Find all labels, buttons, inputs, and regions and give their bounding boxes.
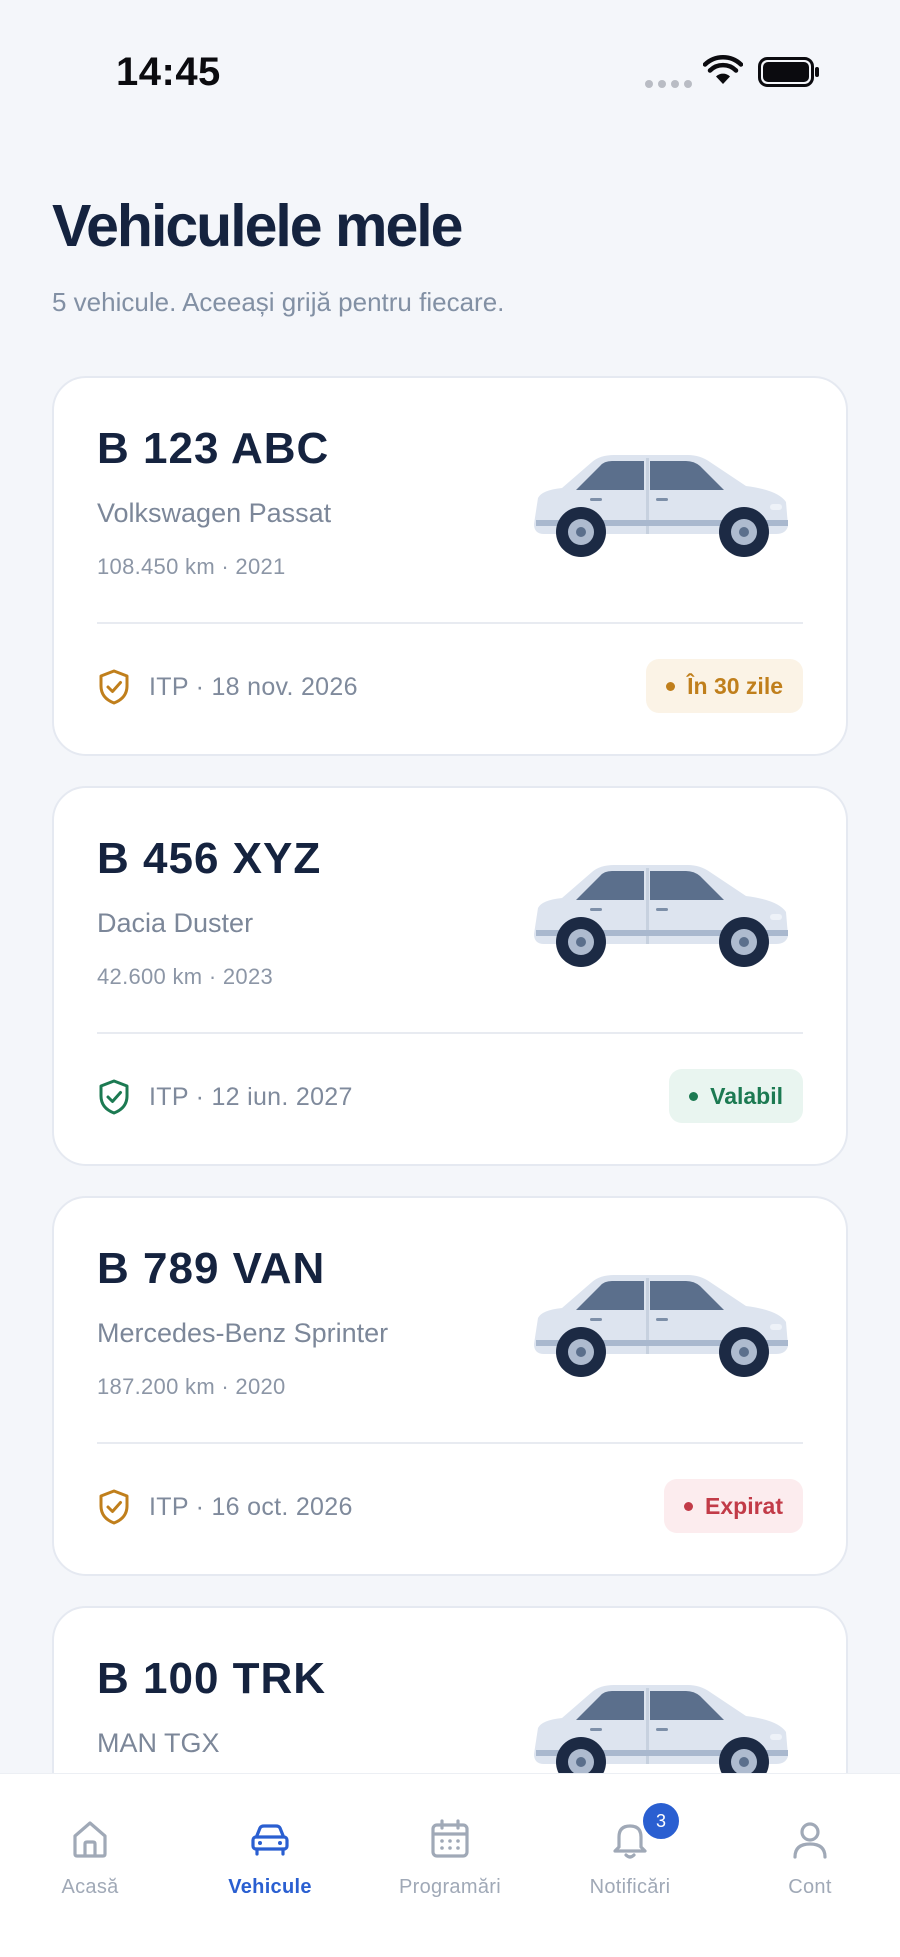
card-divider — [97, 1032, 803, 1034]
itp-row: ITP · 12 iun. 2027 — [97, 1078, 353, 1116]
vehicle-card[interactable]: B 123 ABC Volkswagen Passat 108.450 km ·… — [52, 376, 848, 756]
user-icon — [787, 1816, 833, 1862]
tab-label: Notificări — [589, 1876, 671, 1898]
car-illustration — [528, 448, 792, 566]
status-time: 14:45 — [116, 50, 221, 94]
status-label: În 30 zile — [687, 672, 783, 699]
vehicle-plate: B 456 XYZ — [97, 834, 322, 883]
tab-bar: Acasă Vehicule Programări Notificări 3 Co… — [0, 1773, 900, 1957]
tab-car[interactable]: Vehicule — [180, 1774, 360, 1957]
notification-count-badge: 3 — [640, 1800, 682, 1842]
page-title: Vehiculele mele — [52, 193, 463, 259]
vehicle-meta: 187.200 km · 2020 — [97, 1374, 286, 1399]
card-divider — [97, 1442, 803, 1444]
page-subtitle: 5 vehicule. Aceeași grijă pentru fiecare… — [52, 287, 505, 317]
calendar-icon — [427, 1816, 473, 1862]
status-label: Expirat — [705, 1492, 783, 1519]
vehicle-model: Dacia Duster — [97, 908, 254, 938]
shield-check-icon — [97, 1078, 131, 1116]
car-icon — [247, 1816, 293, 1862]
itp-date: ITP · 12 iun. 2027 — [149, 1082, 353, 1111]
vehicle-card[interactable]: B 456 XYZ Dacia Duster 42.600 km · 2023 … — [52, 786, 848, 1166]
vehicle-model: Mercedes-Benz Sprinter — [97, 1318, 389, 1348]
vehicle-model: MAN TGX — [97, 1728, 220, 1758]
shield-check-icon — [97, 1488, 131, 1526]
status-badge: În 30 zile — [646, 659, 803, 713]
tab-label: Vehicule — [228, 1876, 312, 1898]
itp-row: ITP · 18 nov. 2026 — [97, 668, 358, 706]
vehicle-plate: B 100 TRK — [97, 1654, 327, 1703]
tab-bell[interactable]: Notificări 3 — [540, 1774, 720, 1957]
itp-date: ITP · 18 nov. 2026 — [149, 672, 358, 701]
vehicle-meta: 108.450 km · 2021 — [97, 554, 286, 579]
wifi-icon — [703, 55, 743, 84]
car-illustration — [528, 858, 792, 976]
vehicle-list: B 123 ABC Volkswagen Passat 108.450 km ·… — [52, 376, 848, 1957]
signal-icon — [645, 80, 692, 88]
status-dot — [666, 681, 676, 691]
battery-icon — [758, 57, 819, 87]
card-divider — [97, 622, 803, 624]
status-badge: Expirat — [664, 1479, 803, 1533]
status-dot — [689, 1091, 699, 1101]
shield-check-icon — [97, 668, 131, 706]
tab-calendar[interactable]: Programări — [360, 1774, 540, 1957]
vehicle-card[interactable]: B 789 VAN Mercedes-Benz Sprinter 187.200… — [52, 1196, 848, 1576]
vehicle-plate: B 123 ABC — [97, 424, 330, 473]
tab-user[interactable]: Cont — [720, 1774, 900, 1957]
vehicle-model: Volkswagen Passat — [97, 498, 332, 528]
tab-label: Acasă — [61, 1876, 119, 1898]
vehicle-plate: B 789 VAN — [97, 1244, 326, 1293]
car-illustration — [528, 1268, 792, 1386]
status-bar: 14:45 — [0, 0, 900, 150]
tab-home[interactable]: Acasă — [0, 1774, 180, 1957]
itp-row: ITP · 16 oct. 2026 — [97, 1488, 353, 1526]
tab-label: Cont — [788, 1876, 832, 1898]
vehicle-meta: 42.600 km · 2023 — [97, 964, 274, 989]
tab-label: Programări — [399, 1876, 501, 1898]
status-badge: Valabil — [669, 1069, 803, 1123]
home-icon — [67, 1816, 113, 1862]
status-label: Valabil — [710, 1082, 783, 1109]
status-dot — [684, 1501, 694, 1511]
itp-date: ITP · 16 oct. 2026 — [149, 1492, 353, 1521]
